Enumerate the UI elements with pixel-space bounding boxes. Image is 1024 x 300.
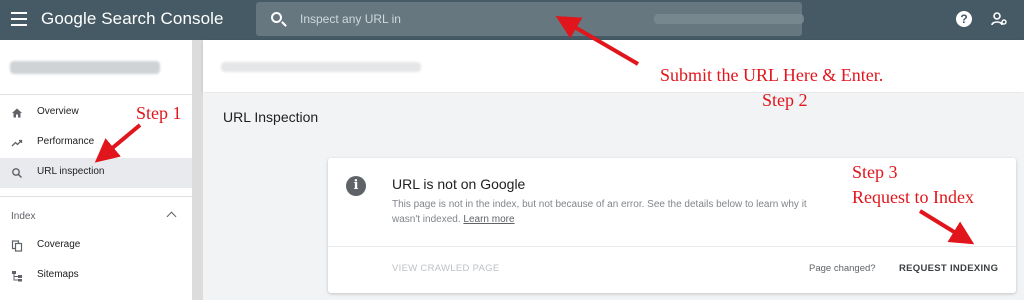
card-title: URL is not on Google [392, 176, 526, 192]
sidebar-scrollbar[interactable] [192, 40, 203, 300]
annotation-step3-line2: Request to Index [852, 187, 974, 207]
annotation-step1: Step 1 [136, 103, 182, 123]
blurred-property-url [654, 14, 804, 24]
sidebar-item-label: Overview [37, 106, 79, 117]
chevron-up-icon[interactable] [166, 211, 177, 222]
sidebar-item-label: Performance [37, 136, 95, 147]
sidebar-item-url-inspection[interactable]: URL inspection [0, 158, 192, 188]
property-selector[interactable] [0, 40, 192, 95]
help-icon[interactable]: ? [956, 11, 972, 27]
sidebar-item-label: Coverage [37, 239, 81, 250]
sidebar-item-label: URL inspection [37, 166, 105, 177]
copy-icon [11, 240, 23, 252]
view-crawled-page-button: VIEW CRAWLED PAGE [392, 263, 500, 274]
card-description-text: This page is not in the index, but not b… [392, 199, 807, 225]
inspected-url-header [203, 40, 1024, 92]
card-divider [328, 246, 1016, 247]
sidebar-section-index: Index [11, 211, 36, 222]
annotation-step2-line1: Submit the URL Here & Enter. [660, 65, 884, 85]
trending-up-icon [11, 139, 23, 147]
account-settings-icon[interactable] [991, 11, 1007, 27]
annotation-step3-line1: Step 3 [852, 162, 898, 182]
blurred-property-name [10, 61, 160, 74]
sidebar-item-label: Sitemaps [37, 269, 79, 280]
sidebar-item-performance[interactable]: Performance [0, 128, 192, 158]
sidebar-item-coverage[interactable]: Coverage [0, 231, 192, 261]
top-app-bar: Google Search Console ? [0, 0, 1024, 40]
search-icon [12, 168, 23, 179]
annotation-step2-line2: Step 2 [762, 90, 808, 110]
card-description: This page is not in the index, but not b… [392, 197, 832, 227]
page-changed-label: Page changed? [809, 263, 876, 274]
hamburger-menu-icon[interactable] [11, 12, 27, 26]
sidebar-divider [0, 196, 192, 197]
url-status-card: i URL is not on Google This page is not … [328, 158, 1016, 293]
search-icon [271, 12, 282, 23]
sidebar: Overview Performance URL inspection Inde… [0, 40, 192, 300]
url-inspection-search[interactable] [256, 2, 804, 36]
blurred-inspected-url [221, 62, 421, 72]
sitemap-icon [12, 271, 22, 282]
sidebar-item-sitemaps[interactable]: Sitemaps [0, 261, 192, 291]
learn-more-link[interactable]: Learn more [463, 214, 514, 225]
search-input[interactable] [300, 2, 600, 36]
app-title: Google Search Console [41, 9, 224, 28]
home-icon [12, 108, 22, 118]
page-title: URL Inspection [223, 109, 319, 125]
request-indexing-button[interactable]: REQUEST INDEXING [899, 263, 998, 274]
info-icon: i [346, 176, 366, 196]
